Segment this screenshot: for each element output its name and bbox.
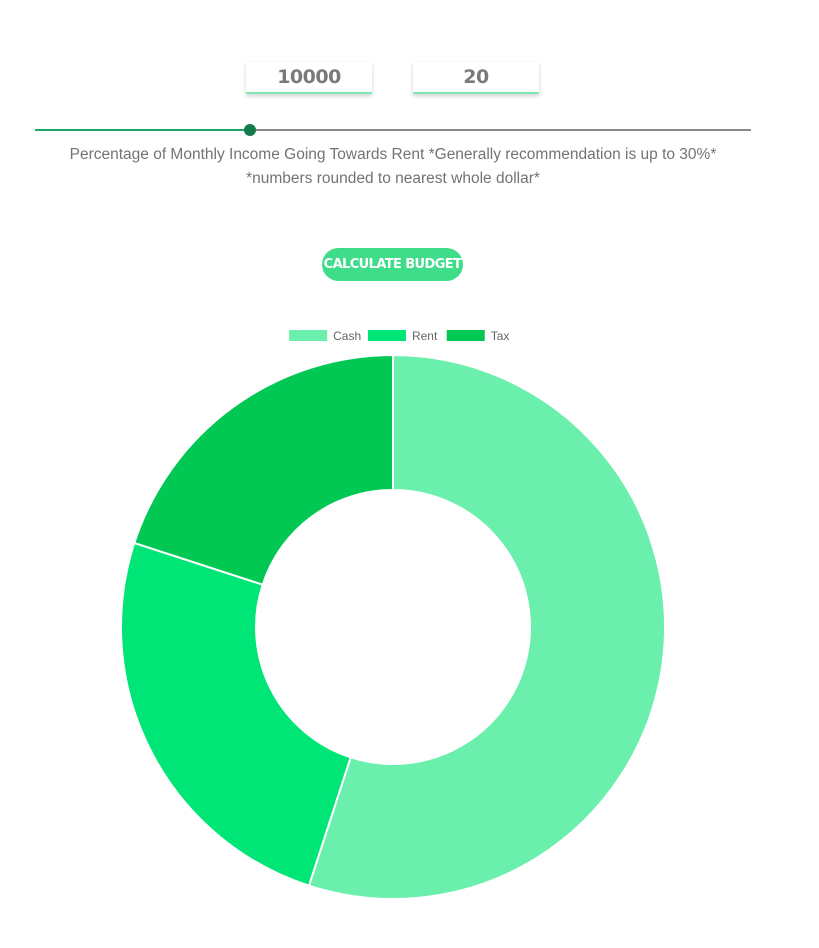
years-input-value: 20	[463, 66, 489, 88]
legend-item-tax[interactable]: Tax	[446, 329, 510, 343]
rounding-note: *numbers rounded to nearest whole dollar…	[246, 170, 540, 187]
slice-rent[interactable]	[120, 541, 352, 887]
chart-slices	[120, 353, 666, 900]
legend-item-rent[interactable]: Rent	[367, 329, 438, 343]
income-input-value: 10000	[277, 66, 341, 88]
slice-tax[interactable]	[133, 353, 394, 586]
years-input[interactable]: 20	[413, 62, 539, 94]
legend-label: Cash	[333, 329, 361, 343]
slider-fill	[35, 129, 250, 131]
legend-swatch	[289, 330, 328, 341]
rent-percentage-caption: Percentage of Monthly Income Going Towar…	[69, 146, 717, 163]
legend-label: Rent	[412, 329, 438, 343]
calculate-budget-button[interactable]: Calculate Budget	[322, 248, 463, 281]
legend-label: Tax	[491, 329, 510, 343]
income-input[interactable]: 10000	[246, 62, 372, 94]
budget-doughnut-chart: Cash Rent Tax	[120, 329, 666, 900]
legend-item-cash[interactable]: Cash	[289, 329, 361, 343]
chart-legend: Cash Rent Tax	[289, 329, 509, 343]
legend-swatch	[446, 330, 485, 341]
legend-swatch	[367, 330, 406, 341]
rent-percentage-slider[interactable]	[35, 122, 751, 138]
slider-thumb[interactable]	[243, 124, 256, 136]
